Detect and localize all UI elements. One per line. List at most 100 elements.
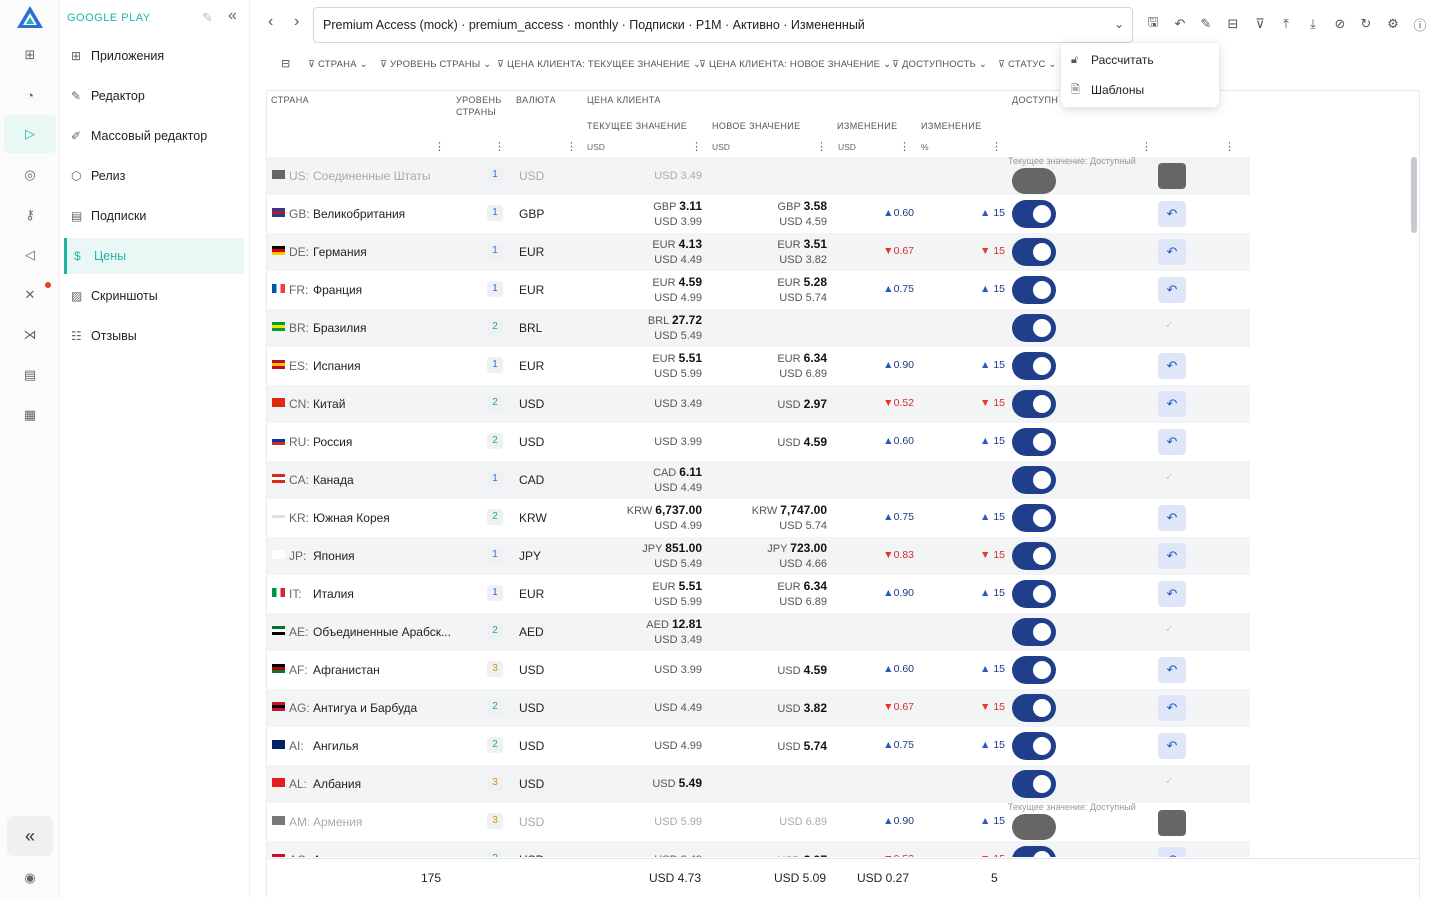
undo-icon[interactable]: ↶ bbox=[1158, 543, 1186, 569]
table-row[interactable]: AI: Ангилья 2 USD USD 4.99 USD 5.74 ▲0.75 ▲ 15 ↶ bbox=[267, 727, 1250, 765]
availability-toggle[interactable] bbox=[1012, 168, 1056, 194]
table-row[interactable]: JP: Япония 1 JPY JPY 851.00 USD 5.49 JPY 723.0… bbox=[267, 537, 1250, 575]
user-icon[interactable]: ◉ bbox=[18, 866, 42, 890]
menu-item-templates[interactable]: 🗎 Шаблоны bbox=[1071, 80, 1144, 100]
current-price[interactable]: AED 12.81 USD 3.49 bbox=[646, 617, 702, 648]
availability-toggle[interactable] bbox=[1012, 390, 1056, 418]
table-row[interactable]: US: Соединенные Штаты 1 USD USD 3.49 Текущее … bbox=[267, 156, 1250, 195]
price-usd: USD 5.99 bbox=[654, 368, 702, 380]
current-price[interactable]: EUR 5.51 USD 5.99 bbox=[652, 579, 702, 610]
new-price[interactable]: GBP 3.58 USD 4.59 bbox=[778, 199, 827, 230]
menu-item-calculate[interactable]: 🔓︎ Рассчитать bbox=[1071, 50, 1154, 70]
currency: JPY bbox=[519, 549, 542, 563]
new-price[interactable]: USD 4.59 bbox=[777, 663, 827, 679]
new-price[interactable]: EUR 6.34 USD 6.89 bbox=[777, 579, 827, 610]
availability-toggle[interactable] bbox=[1012, 542, 1056, 570]
undo-icon[interactable] bbox=[1158, 810, 1186, 836]
table-row[interactable]: KR: Южная Корея 2 KRW KRW 6,737.00 USD 4.99 KR… bbox=[267, 499, 1250, 537]
availability-toggle[interactable] bbox=[1012, 276, 1056, 304]
table-row[interactable]: FR: Франция 1 EUR EUR 4.59 USD 4.99 EUR 5.28 US… bbox=[267, 271, 1250, 309]
undo-icon[interactable]: ↶ bbox=[1158, 733, 1186, 759]
current-price[interactable]: EUR 5.51 USD 5.99 bbox=[652, 351, 702, 382]
tier-badge: 2 bbox=[487, 623, 503, 639]
table-row[interactable]: ES: Испания 1 EUR EUR 5.51 USD 5.99 EUR 6.34 US… bbox=[267, 347, 1250, 385]
undo-icon[interactable]: ↶ bbox=[1158, 429, 1186, 455]
current-price[interactable]: USD 3.99 bbox=[654, 435, 702, 450]
table-row[interactable]: AF: Афганистан 3 USD USD 3.99 USD 4.59 ▲0.60 ▲ … bbox=[267, 651, 1250, 689]
undo-icon[interactable]: ↶ bbox=[1158, 505, 1186, 531]
table-row[interactable]: CA: Канада 1 CAD CAD 6.11 USD 4.49 ✓ bbox=[267, 461, 1250, 499]
undo-icon[interactable]: ↶ bbox=[1158, 239, 1186, 265]
new-price[interactable]: USD 4.59 bbox=[777, 435, 827, 451]
table-row[interactable]: AL: Албания 3 USD USD 5.49 ✓ bbox=[267, 765, 1250, 803]
availability-toggle[interactable] bbox=[1012, 200, 1056, 228]
availability-toggle[interactable] bbox=[1012, 352, 1056, 380]
table-row[interactable]: BR: Бразилия 2 BRL BRL 27.72 USD 5.49 ✓ bbox=[267, 309, 1250, 347]
current-price[interactable]: BRL 27.72 USD 5.49 bbox=[648, 313, 702, 344]
undo-icon[interactable]: ↶ bbox=[1158, 581, 1186, 607]
table-row[interactable]: RU: Россия 2 USD USD 3.99 USD 4.59 ▲0.60 ▲ 15 ↶ bbox=[267, 423, 1250, 461]
availability-toggle[interactable] bbox=[1012, 504, 1056, 532]
current-price[interactable]: GBP 3.11 USD 3.99 bbox=[653, 199, 702, 230]
availability-toggle[interactable] bbox=[1012, 694, 1056, 722]
availability-toggle[interactable] bbox=[1012, 466, 1056, 494]
table-row[interactable]: DE: Германия 1 EUR EUR 4.13 USD 4.49 EUR 3.51 U… bbox=[267, 233, 1250, 271]
undo-icon[interactable]: ↶ bbox=[1158, 695, 1186, 721]
grid-scrollbar[interactable] bbox=[1411, 157, 1417, 233]
currency: USD bbox=[519, 853, 544, 857]
current-price[interactable]: JPY 851.00 USD 5.49 bbox=[642, 541, 702, 572]
undo-icon[interactable] bbox=[1158, 163, 1186, 189]
price-value: 3.11 bbox=[679, 199, 702, 213]
new-price[interactable]: EUR 5.28 USD 5.74 bbox=[777, 275, 827, 306]
table-row[interactable]: IT: Италия 1 EUR EUR 5.51 USD 5.99 EUR 6.34 USD… bbox=[267, 575, 1250, 613]
current-price[interactable]: EUR 4.13 USD 4.49 bbox=[652, 237, 702, 268]
table-row[interactable]: AE: Объединенные Арабск... 2 AED AED 12.81 US… bbox=[267, 613, 1250, 651]
new-price[interactable]: USD 2.97 bbox=[777, 397, 827, 413]
availability-toggle[interactable] bbox=[1012, 428, 1056, 456]
new-price[interactable]: EUR 6.34 USD 6.89 bbox=[777, 351, 827, 382]
availability-toggle[interactable] bbox=[1012, 580, 1056, 608]
new-price[interactable]: USD 3.82 bbox=[777, 701, 827, 717]
current-price[interactable]: USD 4.99 bbox=[654, 739, 702, 754]
current-price[interactable]: KRW 6,737.00 USD 4.99 bbox=[627, 503, 702, 534]
current-price[interactable]: EUR 4.59 USD 4.99 bbox=[652, 275, 702, 306]
table-row[interactable]: AG: Антигуа и Барбуда 2 USD USD 4.49 USD 3.82… bbox=[267, 689, 1250, 727]
current-price[interactable]: USD 5.99 bbox=[654, 815, 702, 830]
availability-toggle[interactable] bbox=[1012, 814, 1056, 840]
current-price[interactable]: USD 4.49 bbox=[654, 701, 702, 716]
new-price[interactable]: USD 5.74 bbox=[777, 739, 827, 755]
table-row[interactable]: AO:Ангола2USDUSD 3.49USD 2.97▼0.52▼ 15↶ bbox=[267, 841, 1250, 857]
availability-toggle[interactable] bbox=[1012, 732, 1056, 760]
availability-toggle[interactable] bbox=[1012, 238, 1056, 266]
undo-icon[interactable]: ↶ bbox=[1158, 277, 1186, 303]
table-row[interactable]: GB: Великобритания 1 GBP GBP 3.11 USD 3.99 GBP… bbox=[267, 195, 1250, 233]
current-price[interactable]: USD 3.49 bbox=[654, 169, 702, 184]
undo-icon[interactable]: ↶ bbox=[1158, 391, 1186, 417]
current-price[interactable]: USD 3.49 bbox=[654, 853, 702, 857]
new-price[interactable]: USD 2.97 bbox=[777, 853, 827, 857]
price-value: 6,737.00 bbox=[655, 503, 702, 517]
price-currency: EUR bbox=[777, 353, 801, 365]
current-price[interactable]: USD 5.49 bbox=[652, 776, 702, 792]
new-price[interactable]: EUR 3.51 USD 3.82 bbox=[777, 237, 827, 268]
table-row[interactable]: AM: Армения 3 USD USD 5.99 USD 6.89 ▲0.90 ▲ 15 Т… bbox=[267, 802, 1250, 841]
current-price[interactable]: USD 3.99 bbox=[654, 663, 702, 678]
availability-toggle[interactable] bbox=[1012, 314, 1056, 342]
flag-icon bbox=[272, 398, 285, 407]
new-price[interactable]: JPY 723.00 USD 4.66 bbox=[767, 541, 827, 572]
undo-icon[interactable]: ↶ bbox=[1158, 657, 1186, 683]
availability-toggle[interactable] bbox=[1012, 656, 1056, 684]
availability-toggle[interactable] bbox=[1012, 770, 1056, 798]
availability-toggle[interactable] bbox=[1012, 618, 1056, 646]
undo-icon[interactable]: ↶ bbox=[1158, 847, 1186, 857]
table-row[interactable]: CN: Китай 2 USD USD 3.49 USD 2.97 ▼0.52 ▼ 15 ↶ bbox=[267, 385, 1250, 423]
availability-toggle[interactable] bbox=[1012, 846, 1056, 857]
menu-item-label: Шаблоны bbox=[1091, 83, 1145, 97]
current-price[interactable]: CAD 6.11 USD 4.49 bbox=[653, 465, 702, 496]
undo-icon[interactable]: ↶ bbox=[1158, 353, 1186, 379]
current-price[interactable]: USD 3.49 bbox=[654, 397, 702, 412]
undo-icon[interactable]: ↶ bbox=[1158, 201, 1186, 227]
new-price[interactable]: KRW 7,747.00 USD 5.74 bbox=[752, 503, 827, 534]
price-currency: USD bbox=[777, 399, 801, 411]
new-price[interactable]: USD 6.89 bbox=[779, 815, 827, 830]
